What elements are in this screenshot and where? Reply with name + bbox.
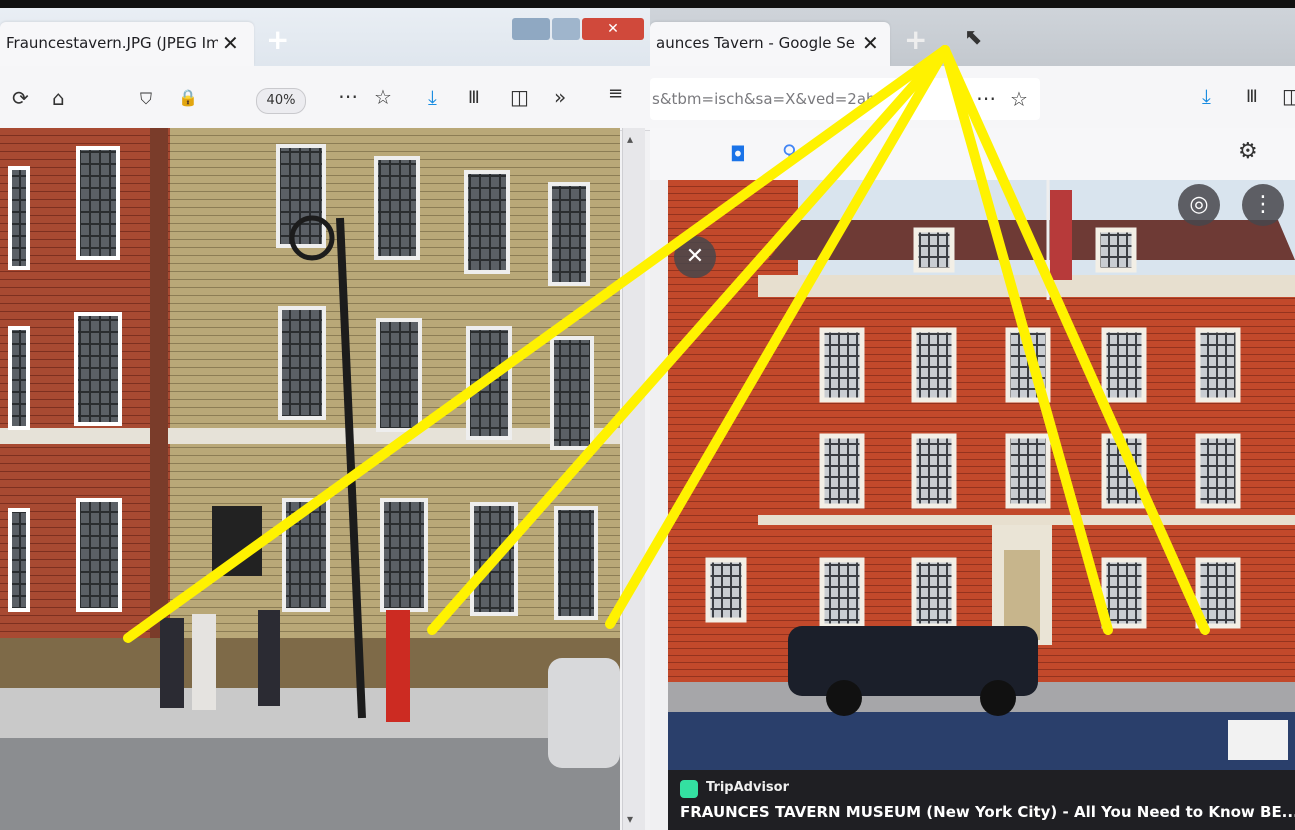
google-images-window: aunces Tavern - Google Sear ✕ + ⬉ s&tbm=… xyxy=(650,8,1295,830)
gear-icon[interactable]: ⚙ xyxy=(1238,141,1258,163)
vertical-scrollbar[interactable]: ▴ ▾ xyxy=(622,128,645,830)
lens-icon[interactable]: ◎ xyxy=(1178,184,1220,226)
star-icon[interactable]: ☆ xyxy=(1010,89,1028,109)
more-icon[interactable]: ⋯ xyxy=(338,86,358,106)
tab-strip: Frauncestavern.JPG (JPEG Imag ✕ + ✕ xyxy=(0,8,652,66)
image-preview-panel: ✕ ◎ ⋮ TripAdvisor FRAUNCES TAVERN MUSEUM… xyxy=(668,180,1295,830)
sidebar-icon[interactable]: ◫ xyxy=(1282,86,1295,106)
tab-google-search[interactable]: aunces Tavern - Google Sear ✕ xyxy=(650,22,890,66)
navigation-toolbar: ⟳ ⌂ ⛉ 🔒 40% ⋯ ☆ ⤓ Ⅲ ◫ » ≡ xyxy=(0,66,652,131)
displayed-image-fraunces-tavern xyxy=(0,128,620,830)
download-icon[interactable]: ⤓ xyxy=(428,87,437,107)
close-window-button[interactable]: ✕ xyxy=(582,18,644,40)
overflow-icon[interactable]: » xyxy=(554,87,566,107)
close-tab-icon[interactable]: ✕ xyxy=(222,31,239,55)
image-search-toolbar: ◘ ⚲ ⚙ xyxy=(650,128,1295,180)
reload-icon[interactable]: ⟳ xyxy=(12,88,29,108)
close-tab-icon[interactable]: ✕ xyxy=(862,31,879,55)
new-tab-icon[interactable]: + xyxy=(266,26,289,54)
building-photo xyxy=(0,128,620,830)
scroll-down-icon[interactable]: ▾ xyxy=(627,812,633,826)
shield-icon[interactable]: ⛉ xyxy=(140,89,152,109)
lock-icon[interactable]: 🔒 xyxy=(178,88,198,108)
maximize-button[interactable] xyxy=(552,18,580,40)
tab-label: aunces Tavern - Google Sear xyxy=(656,34,856,52)
image-viewer-window: Frauncestavern.JPG (JPEG Imag ✕ + ✕ ⟳ ⌂ … xyxy=(0,8,652,830)
zoom-level-button[interactable]: 40% xyxy=(256,88,306,114)
library-icon[interactable]: Ⅲ xyxy=(468,88,480,108)
mouse-cursor-icon: ⬉ xyxy=(964,25,983,50)
tripadvisor-icon xyxy=(680,780,698,798)
camera-search-icon[interactable]: ◘ xyxy=(730,144,746,164)
star-icon[interactable]: ☆ xyxy=(374,87,392,107)
search-icon[interactable]: ⚲ xyxy=(782,142,797,162)
more-icon[interactable]: ⋯ xyxy=(976,88,996,108)
scroll-up-icon[interactable]: ▴ xyxy=(627,132,633,146)
tab-label: Frauncestavern.JPG (JPEG Imag xyxy=(6,34,218,52)
more-options-icon[interactable]: ⋮ xyxy=(1242,184,1284,226)
source-name: TripAdvisor xyxy=(706,780,789,795)
home-icon[interactable]: ⌂ xyxy=(52,88,65,108)
close-preview-icon[interactable]: ✕ xyxy=(674,236,716,278)
new-tab-icon[interactable]: + xyxy=(904,26,927,54)
tab-strip: aunces Tavern - Google Sear ✕ + ⬉ xyxy=(650,8,1295,66)
tab-jpeg-image[interactable]: Frauncestavern.JPG (JPEG Imag ✕ xyxy=(0,22,254,66)
address-bar[interactable]: s&tbm=isch&sa=X&ved=2ah ⋯ ☆ xyxy=(650,78,1040,120)
library-icon[interactable]: Ⅲ xyxy=(1246,87,1258,107)
extension-icon[interactable]: ≡ xyxy=(608,84,623,104)
preview-photo xyxy=(668,180,1295,780)
minimize-button[interactable] xyxy=(512,18,550,40)
url-text: s&tbm=isch&sa=X&ved=2ah xyxy=(652,90,876,108)
result-caption[interactable]: TripAdvisor FRAUNCES TAVERN MUSEUM (New … xyxy=(668,770,1295,830)
result-title[interactable]: FRAUNCES TAVERN MUSEUM (New York City) -… xyxy=(680,803,1295,821)
sidebar-icon[interactable]: ◫ xyxy=(510,87,529,107)
navigation-toolbar: s&tbm=isch&sa=X&ved=2ah ⋯ ☆ ⤓ Ⅲ ◫ xyxy=(650,66,1295,130)
download-icon[interactable]: ⤓ xyxy=(1202,86,1211,106)
